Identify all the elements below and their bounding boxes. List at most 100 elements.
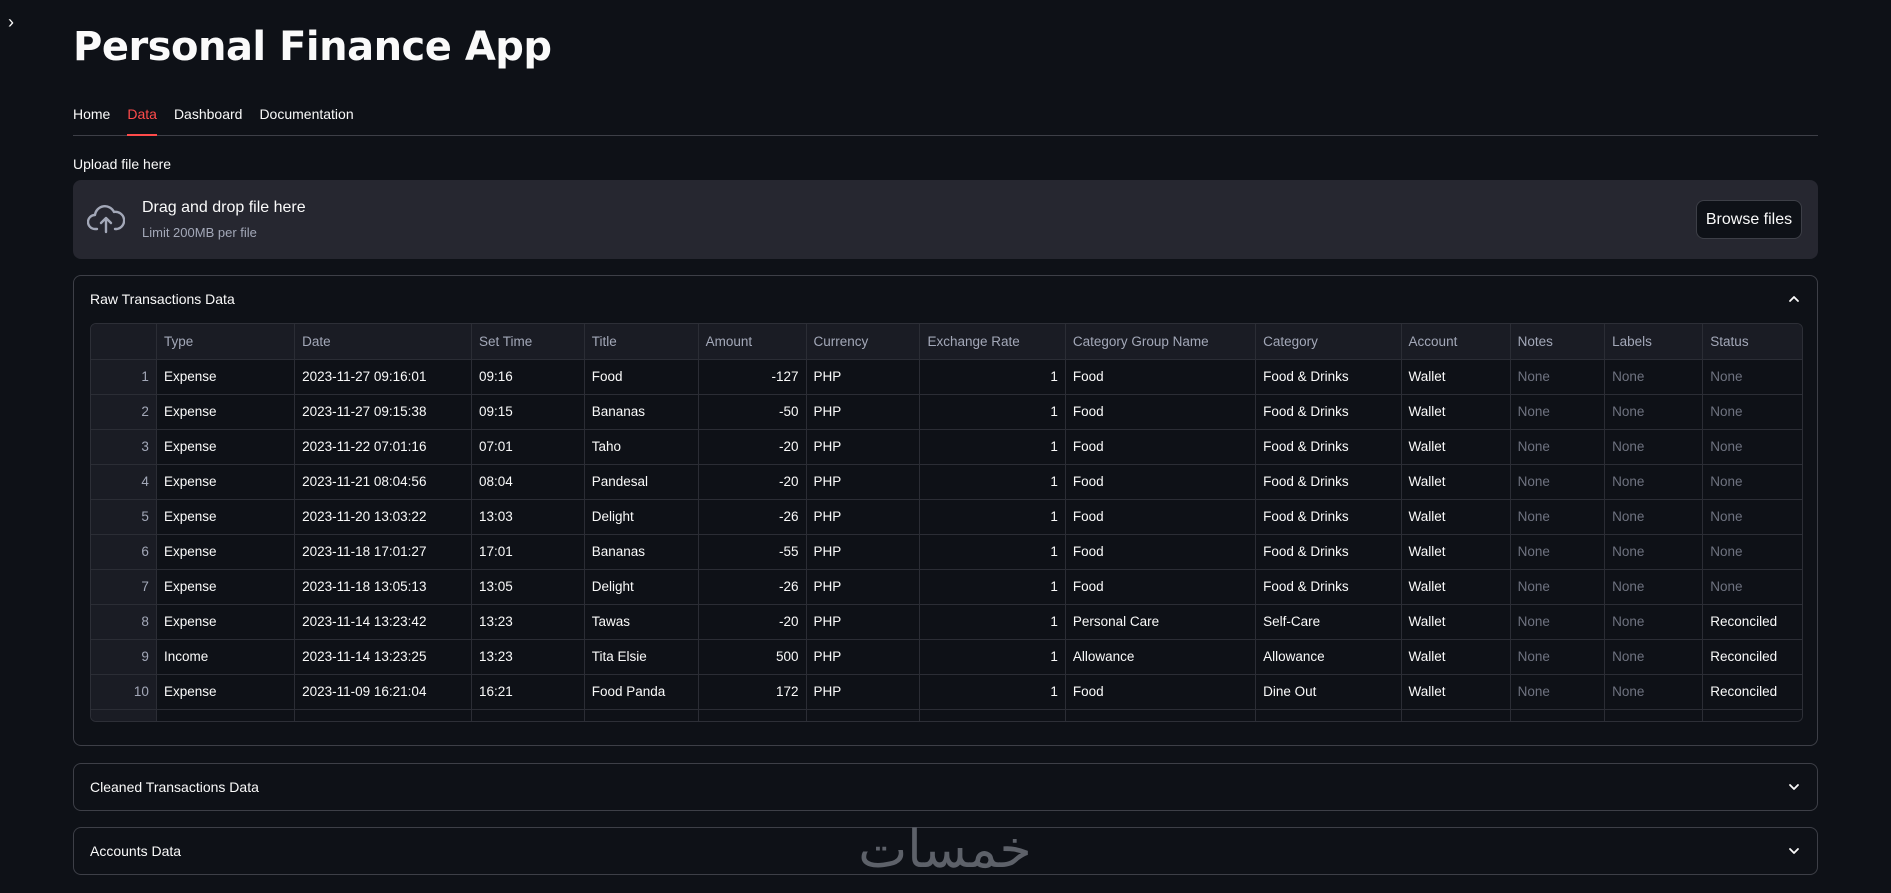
- table-cell[interactable]: Food: [1065, 464, 1257, 500]
- table-cell[interactable]: Wallet: [1401, 394, 1511, 430]
- table-cell[interactable]: None: [1604, 359, 1704, 395]
- table-cell[interactable]: Food: [1065, 534, 1257, 570]
- browse-files-button[interactable]: Browse files: [1696, 200, 1802, 239]
- table-cell[interactable]: None: [1510, 639, 1606, 675]
- table-cell[interactable]: Expense: [156, 429, 296, 465]
- table-cell[interactable]: 2023-11-14 13:23:25: [294, 639, 473, 675]
- table-cell[interactable]: Tawas: [584, 604, 699, 640]
- column-header[interactable]: Notes: [1510, 324, 1606, 360]
- table-cell[interactable]: -20: [698, 604, 807, 640]
- table-cell[interactable]: Reconciled: [1702, 674, 1802, 710]
- table-cell[interactable]: Expense: [156, 359, 296, 395]
- table-cell[interactable]: 2023-11-09 16:21:04: [294, 674, 473, 710]
- table-cell[interactable]: None: [1604, 499, 1704, 535]
- table-cell[interactable]: 09:15: [471, 394, 585, 430]
- column-header[interactable]: Labels: [1604, 324, 1704, 360]
- table-cell[interactable]: Wallet: [1401, 464, 1511, 500]
- cleaned-transactions-header[interactable]: Cleaned Transactions Data: [74, 764, 1817, 810]
- table-cell[interactable]: Wallet: [1401, 534, 1511, 570]
- table-cell[interactable]: Expense: [156, 604, 296, 640]
- column-header[interactable]: Title: [584, 324, 699, 360]
- table-cell[interactable]: None: [1604, 604, 1704, 640]
- table-cell[interactable]: Wallet: [1401, 604, 1511, 640]
- table-cell[interactable]: Expense: [156, 534, 296, 570]
- table-cell[interactable]: 2023-11-18 13:05:13: [294, 569, 473, 605]
- table-row[interactable]: 5 Expense 2023-11-20 13:03:22 13:03 Delight -…: [91, 499, 1802, 535]
- table-cell[interactable]: Self-Care: [1255, 604, 1402, 640]
- table-cell[interactable]: Tita Elsie: [584, 639, 699, 675]
- table-row[interactable]: 10 Expense 2023-11-09 16:21:04 16:21 Food Pa…: [91, 674, 1802, 710]
- table-cell[interactable]: 1: [919, 464, 1066, 500]
- table-row[interactable]: 4 Expense 2023-11-21 08:04:56 08:04 Pandesal…: [91, 464, 1802, 500]
- table-cell[interactable]: Food: [1065, 499, 1257, 535]
- table-row[interactable]: 6 Expense 2023-11-18 17:01:27 17:01 Bananas -…: [91, 534, 1802, 570]
- column-header[interactable]: Status: [1702, 324, 1802, 360]
- column-header[interactable]: Exchange Rate: [919, 324, 1066, 360]
- table-cell[interactable]: PHP: [806, 499, 921, 535]
- table-cell[interactable]: PHP: [806, 394, 921, 430]
- table-cell[interactable]: None: [1510, 569, 1606, 605]
- table-cell[interactable]: -26: [698, 569, 807, 605]
- raw-transactions-header[interactable]: Raw Transactions Data: [74, 276, 1817, 322]
- table-cell[interactable]: Income: [156, 639, 296, 675]
- table-cell[interactable]: None: [1702, 429, 1802, 465]
- table-cell[interactable]: Food & Drinks: [1255, 394, 1402, 430]
- table-cell[interactable]: PHP: [806, 534, 921, 570]
- table-row[interactable]: 7 Expense 2023-11-18 13:05:13 13:05 Delight -…: [91, 569, 1802, 605]
- table-cell[interactable]: 1: [919, 429, 1066, 465]
- column-header[interactable]: Amount: [698, 324, 807, 360]
- table-cell[interactable]: Allowance: [1255, 639, 1402, 675]
- table-cell[interactable]: Food & Drinks: [1255, 499, 1402, 535]
- table-cell[interactable]: PHP: [806, 569, 921, 605]
- table-cell[interactable]: 2023-11-14 13:23:42: [294, 604, 473, 640]
- table-cell[interactable]: Expense: [156, 464, 296, 500]
- table-cell[interactable]: None: [1604, 674, 1704, 710]
- table-cell[interactable]: 500: [698, 639, 807, 675]
- tab-dashboard[interactable]: Dashboard: [174, 102, 243, 136]
- table-cell[interactable]: Wallet: [1401, 639, 1511, 675]
- table-cell[interactable]: Food: [1065, 394, 1257, 430]
- table-cell[interactable]: 1: [919, 569, 1066, 605]
- tab-documentation[interactable]: Documentation: [259, 102, 353, 136]
- file-dropzone[interactable]: Drag and drop file here Limit 200MB per …: [73, 180, 1818, 259]
- table-cell[interactable]: Reconciled: [1702, 639, 1802, 675]
- table-cell[interactable]: Taho: [584, 429, 699, 465]
- table-cell[interactable]: 2023-11-21 08:04:56: [294, 464, 473, 500]
- table-cell[interactable]: 2023-11-27 09:15:38: [294, 394, 473, 430]
- table-row[interactable]: 9 Income 2023-11-14 13:23:25 13:23 Tita Elsi…: [91, 639, 1802, 675]
- column-header[interactable]: [91, 324, 157, 360]
- table-cell[interactable]: None: [1510, 464, 1606, 500]
- table-row[interactable]: 1 Expense 2023-11-27 09:16:01 09:16 Food -127…: [91, 359, 1802, 395]
- table-cell[interactable]: Reconciled: [1702, 604, 1802, 640]
- table-cell[interactable]: 1: [919, 604, 1066, 640]
- table-cell[interactable]: Delight: [584, 499, 699, 535]
- table-cell[interactable]: 2023-11-18 17:01:27: [294, 534, 473, 570]
- table-cell[interactable]: PHP: [806, 464, 921, 500]
- table-cell[interactable]: -50: [698, 394, 807, 430]
- table-cell[interactable]: -55: [698, 534, 807, 570]
- table-cell[interactable]: Food: [1065, 674, 1257, 710]
- table-cell[interactable]: Personal Care: [1065, 604, 1257, 640]
- table-cell[interactable]: None: [1510, 674, 1606, 710]
- table-cell[interactable]: Delight: [584, 569, 699, 605]
- table-cell[interactable]: None: [1604, 569, 1704, 605]
- table-cell[interactable]: 13:05: [471, 569, 585, 605]
- table-cell[interactable]: Expense: [156, 674, 296, 710]
- table-cell[interactable]: Food & Drinks: [1255, 534, 1402, 570]
- table-cell[interactable]: 09:16: [471, 359, 585, 395]
- column-header[interactable]: Currency: [806, 324, 921, 360]
- table-cell[interactable]: None: [1510, 394, 1606, 430]
- table-cell[interactable]: None: [1604, 464, 1704, 500]
- table-cell[interactable]: None: [1510, 534, 1606, 570]
- table-cell[interactable]: Food & Drinks: [1255, 359, 1402, 395]
- table-cell[interactable]: 07:01: [471, 429, 585, 465]
- data-grid[interactable]: Type Date Set Time Title Amount Currency Excha…: [90, 323, 1803, 722]
- column-header[interactable]: Type: [156, 324, 296, 360]
- table-cell[interactable]: None: [1702, 499, 1802, 535]
- table-cell[interactable]: -20: [698, 464, 807, 500]
- table-cell[interactable]: Expense: [156, 394, 296, 430]
- table-cell[interactable]: 13:23: [471, 604, 585, 640]
- table-cell[interactable]: 1: [919, 639, 1066, 675]
- table-cell[interactable]: PHP: [806, 674, 921, 710]
- table-cell[interactable]: PHP: [806, 359, 921, 395]
